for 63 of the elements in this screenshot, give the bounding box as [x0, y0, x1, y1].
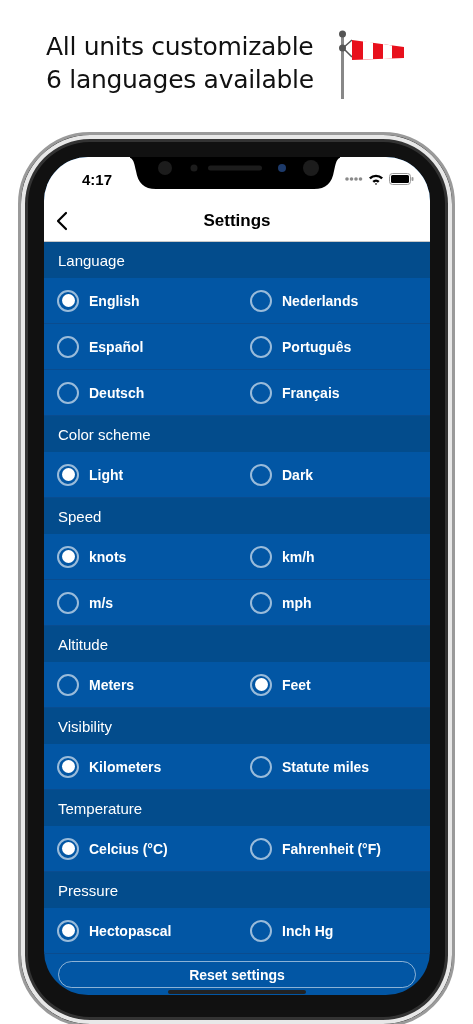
radio-button[interactable]: [250, 335, 272, 358]
radio-button[interactable]: [250, 919, 272, 942]
radio-button[interactable]: [57, 289, 79, 312]
option-label: Light: [89, 466, 124, 483]
wifi-icon: [368, 173, 384, 185]
radio-option[interactable]: Inch Hg: [237, 908, 430, 954]
radio-button[interactable]: [57, 919, 79, 942]
option-label: Celcius (°C): [89, 840, 168, 857]
option-label: Deutsch: [89, 384, 145, 401]
radio-option[interactable]: English: [44, 278, 237, 324]
option-label: knots: [89, 548, 127, 565]
radio-button[interactable]: [250, 289, 272, 312]
battery-icon: [389, 173, 414, 185]
radio-option[interactable]: Español: [44, 324, 237, 370]
option-label: Kilometers: [89, 758, 162, 775]
radio-button[interactable]: [250, 463, 272, 486]
radio-button[interactable]: [57, 591, 79, 614]
section-title: Visibility: [58, 717, 112, 735]
radio-button[interactable]: [250, 673, 272, 696]
option-label: Statute miles: [282, 758, 370, 775]
radio-button[interactable]: [57, 837, 79, 860]
section-title: Altitude: [58, 635, 109, 653]
section-title: Pressure: [58, 881, 119, 899]
option-label: Fahrenheit (°F): [282, 840, 381, 857]
radio-option[interactable]: knots: [44, 534, 237, 580]
section-title: Color scheme: [58, 425, 151, 443]
option-label: m/s: [89, 594, 114, 611]
radio-button[interactable]: [57, 381, 79, 404]
section-title: Language: [58, 251, 125, 269]
back-icon[interactable]: [56, 211, 68, 231]
option-label: Dark: [282, 466, 314, 483]
option-label: Nederlands: [282, 292, 359, 309]
option-label: Hectopascal: [89, 922, 172, 939]
radio-option[interactable]: km/h: [237, 534, 430, 580]
radio-button[interactable]: [57, 673, 79, 696]
option-label: km/h: [282, 548, 315, 565]
radio-button[interactable]: [250, 591, 272, 614]
option-label: Meters: [89, 676, 135, 693]
radio-button[interactable]: [57, 463, 79, 486]
section-title: Temperature: [58, 799, 143, 817]
option-label: Feet: [282, 676, 311, 693]
radio-button[interactable]: [57, 545, 79, 568]
radio-button[interactable]: [57, 335, 79, 358]
radio-option[interactable]: Nederlands: [237, 278, 430, 324]
radio-button[interactable]: [250, 837, 272, 860]
option-label: mph: [282, 594, 312, 611]
status-time: 4:17: [82, 170, 113, 188]
radio-button[interactable]: [250, 545, 272, 568]
promo-heading: 6 languages available: [46, 64, 314, 96]
screen-title: Settings: [203, 211, 271, 231]
promo-heading: All units customizable: [46, 31, 314, 63]
option-label: Français: [282, 384, 340, 401]
radio-button[interactable]: [57, 755, 79, 778]
radio-option[interactable]: Português: [237, 324, 430, 370]
option-label: Português: [282, 338, 352, 355]
radio-button[interactable]: [250, 381, 272, 404]
radio-option[interactable]: Hectopascal: [44, 908, 237, 954]
section-title: Speed: [58, 507, 102, 525]
option-label: English: [89, 292, 140, 309]
option-label: Inch Hg: [282, 922, 334, 939]
signal-icon: [345, 177, 363, 181]
option-label: Español: [89, 338, 144, 355]
radio-button[interactable]: [250, 755, 272, 778]
